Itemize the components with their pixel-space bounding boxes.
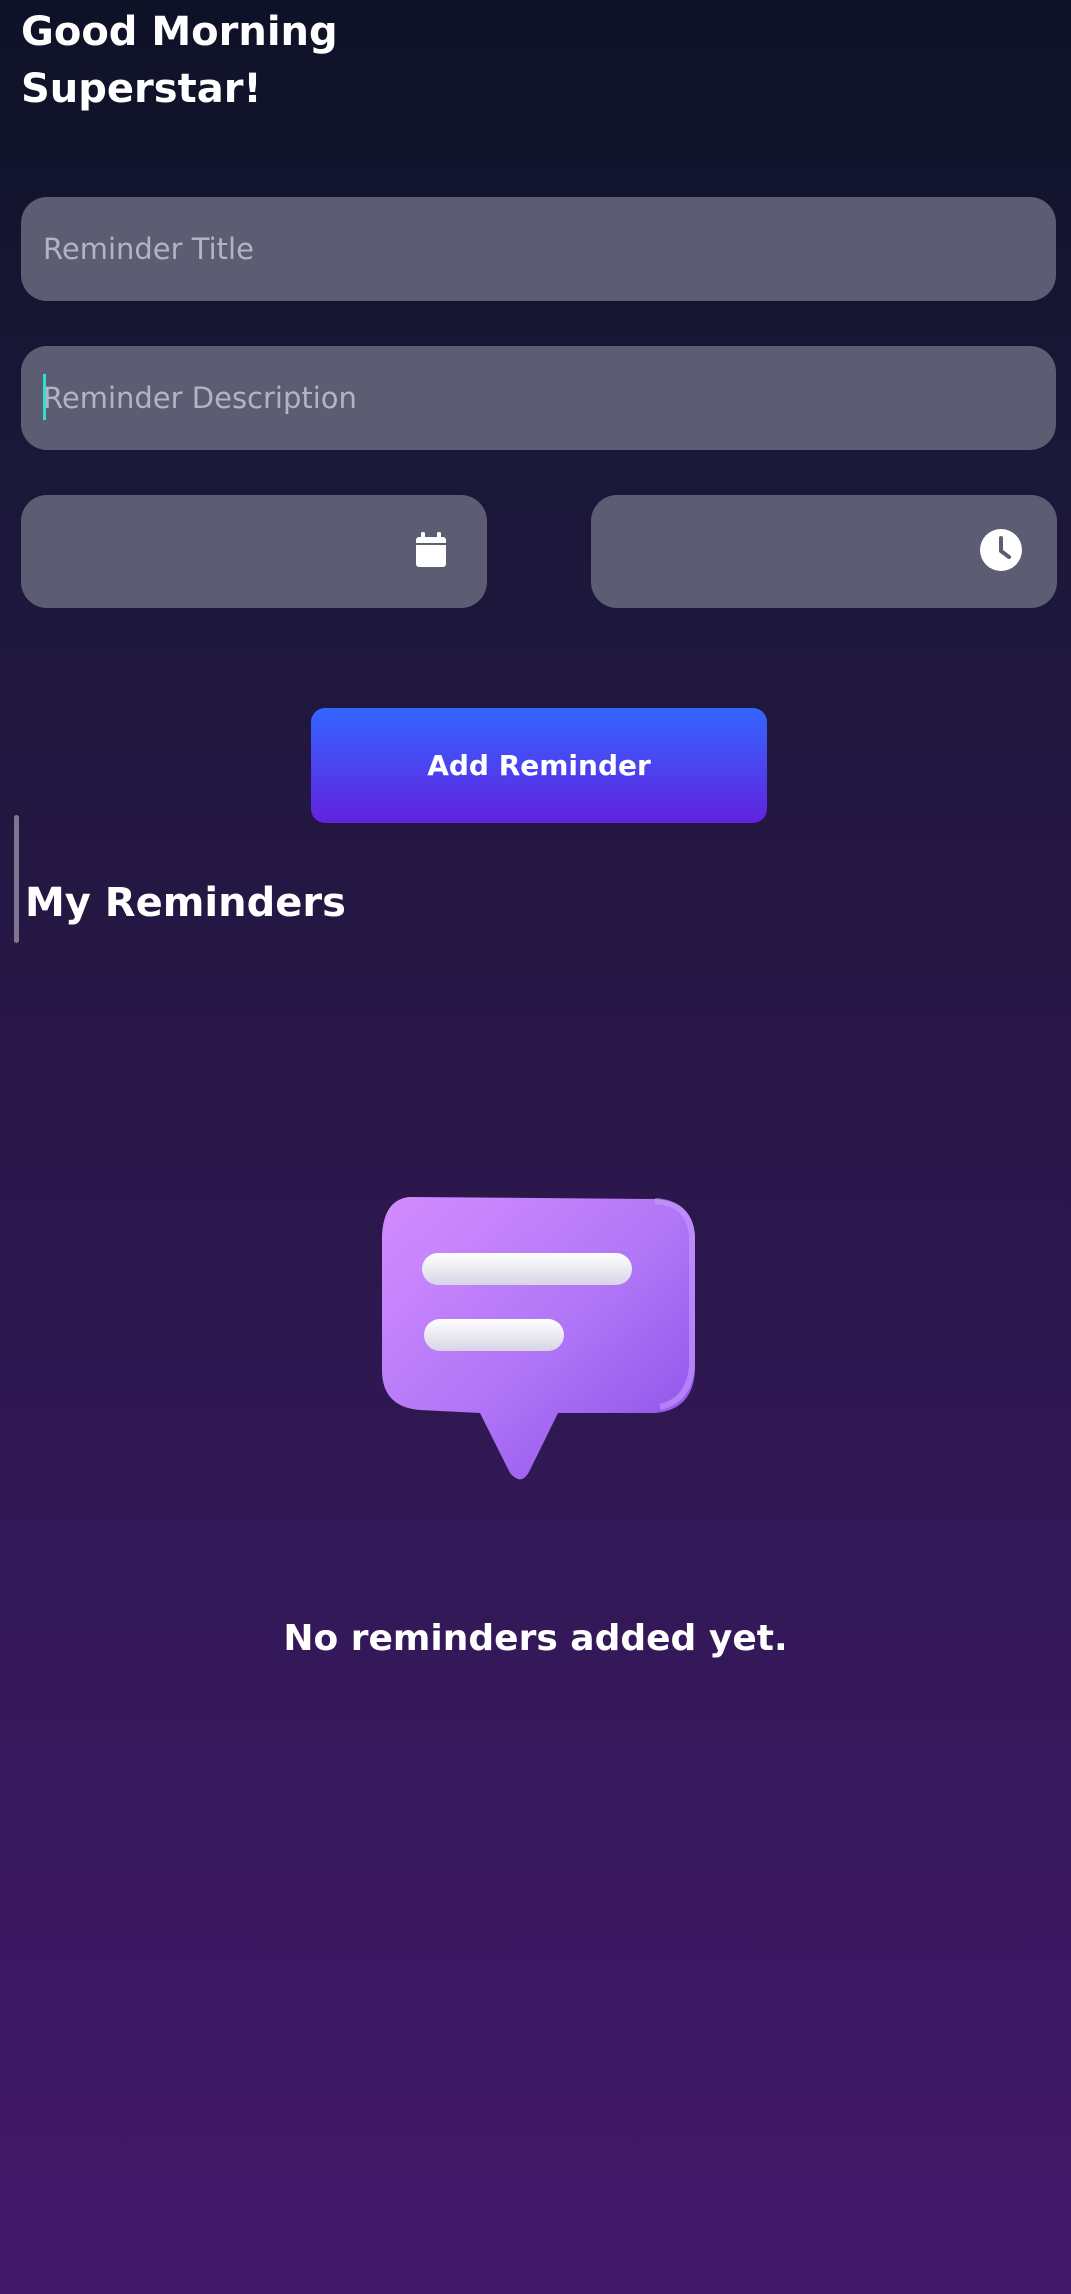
my-reminders-heading: My Reminders (25, 880, 346, 926)
reminder-title-field[interactable] (21, 197, 1056, 301)
reminder-title-input[interactable] (43, 197, 1033, 301)
chat-bubble-illustration (382, 1197, 695, 1480)
date-picker[interactable] (21, 495, 487, 608)
add-reminder-button[interactable]: Add Reminder (311, 708, 767, 823)
calendar-icon[interactable] (408, 527, 454, 573)
reminder-description-field[interactable] (21, 346, 1056, 450)
reminder-description-input[interactable] (43, 346, 1033, 450)
empty-state-message: No reminders added yet. (283, 1618, 788, 1659)
greeting-line-1: Good Morning (21, 9, 338, 55)
greeting-line-2: Superstar! (21, 66, 262, 112)
clock-icon[interactable] (978, 527, 1024, 573)
scroll-indicator[interactable] (14, 815, 19, 943)
greeting-heading: Good Morning Superstar! (21, 4, 441, 118)
time-picker[interactable] (591, 495, 1057, 608)
